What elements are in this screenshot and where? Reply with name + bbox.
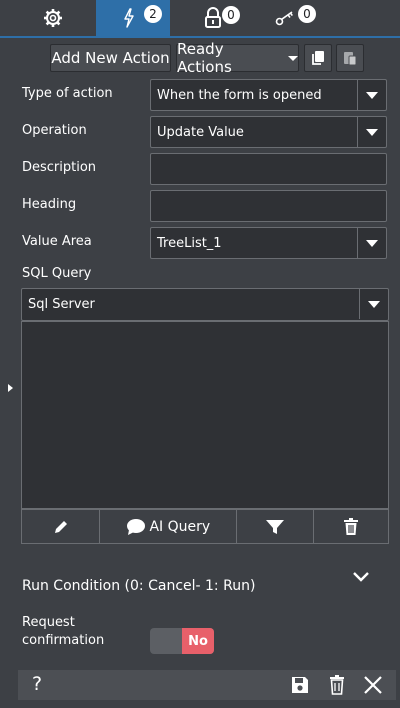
add-new-action-label: Add New Action <box>51 49 170 67</box>
delete-query-button[interactable] <box>314 510 388 543</box>
request-confirmation-label-line1: Request <box>22 615 75 630</box>
heading-label: Heading <box>22 197 77 212</box>
tab-actions[interactable]: 2 <box>96 0 170 36</box>
type-of-action-select[interactable]: When the form is opened <box>150 79 387 111</box>
gear-icon <box>44 9 62 27</box>
request-confirmation-label-line2: confirmation <box>22 633 105 648</box>
sql-db-select[interactable]: Sql Server <box>21 288 389 321</box>
type-of-action-label: Type of action <box>22 86 113 101</box>
paste-button[interactable] <box>336 44 364 72</box>
value-area-label: Value Area <box>22 234 92 249</box>
key-icon <box>275 11 293 26</box>
heading-field[interactable] <box>150 190 387 222</box>
ai-query-button[interactable]: AI Query <box>100 510 238 543</box>
lightning-icon <box>124 8 134 28</box>
operation-select[interactable]: Update Value <box>150 116 387 148</box>
actions-count-badge: 2 <box>144 5 162 23</box>
help-button[interactable]: ? <box>32 673 42 695</box>
chat-bubble-icon <box>127 518 146 535</box>
tab-permissions[interactable]: 0 <box>190 0 250 36</box>
side-expand-icon[interactable] <box>8 384 13 392</box>
description-label: Description <box>22 160 97 175</box>
edit-query-button[interactable] <box>22 510 101 543</box>
toggle-no-label: No <box>182 628 214 654</box>
tab-keys[interactable]: 0 <box>262 0 322 36</box>
request-confirmation-toggle[interactable]: No <box>150 628 214 654</box>
value-area-select[interactable]: TreeList_1 <box>150 227 387 259</box>
paste-icon <box>344 52 357 66</box>
filter-icon <box>265 519 284 534</box>
caret-down-icon <box>288 55 298 61</box>
dropdown-arrow-icon[interactable] <box>357 80 386 110</box>
pencil-icon <box>54 520 67 533</box>
lock-icon <box>205 7 221 28</box>
ready-actions-dropdown[interactable]: Ready Actions <box>176 40 299 76</box>
add-new-action-button[interactable]: Add New Action <box>50 44 171 72</box>
filter-button[interactable] <box>237 510 314 543</box>
save-icon[interactable] <box>290 675 310 695</box>
trash-icon[interactable] <box>329 675 345 695</box>
dropdown-arrow-icon[interactable] <box>359 289 388 319</box>
operation-label: Operation <box>22 123 87 138</box>
tab-underline <box>0 36 400 38</box>
query-toolbar: AI Query <box>21 509 389 544</box>
run-condition-label: Run Condition (0: Cancel- 1: Run) <box>22 578 256 594</box>
value-area-value: TreeList_1 <box>157 236 222 251</box>
description-field[interactable] <box>150 153 387 185</box>
ready-actions-label: Ready Actions <box>177 40 232 76</box>
sql-query-editor[interactable] <box>21 321 389 509</box>
dropdown-arrow-icon[interactable] <box>357 228 386 258</box>
chevron-down-icon[interactable] <box>352 571 370 583</box>
tab-settings[interactable] <box>22 0 84 36</box>
sql-query-label: SQL Query <box>22 266 92 281</box>
dropdown-arrow-icon[interactable] <box>357 117 386 147</box>
close-icon[interactable] <box>364 676 382 694</box>
operation-value: Update Value <box>157 125 244 140</box>
ai-query-label: AI Query <box>149 518 211 535</box>
footer-bar: ? <box>18 670 396 700</box>
sql-db-value: Sql Server <box>28 297 95 312</box>
copy-icon <box>312 51 324 65</box>
type-of-action-value: When the form is opened <box>157 88 322 103</box>
trash-icon <box>343 517 358 535</box>
copy-button[interactable] <box>304 44 332 72</box>
tab-bar: 2 0 0 <box>0 0 400 36</box>
key-count-badge: 0 <box>298 5 316 23</box>
lock-count-badge: 0 <box>222 6 240 24</box>
